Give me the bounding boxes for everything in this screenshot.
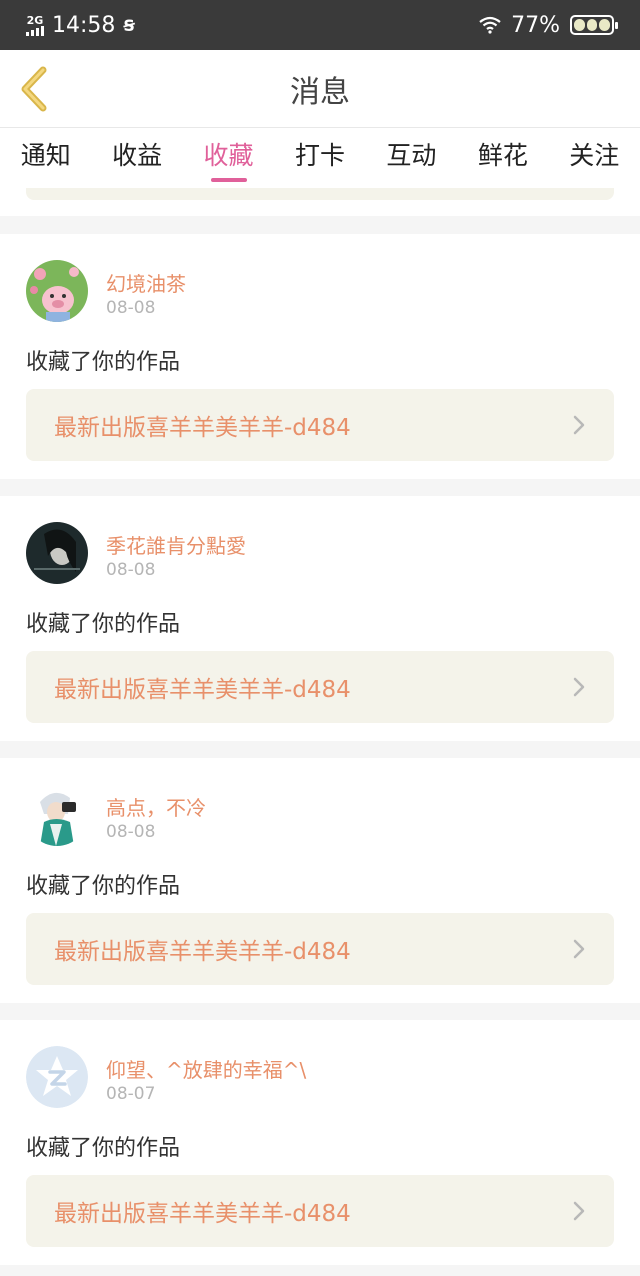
username[interactable]: 仰望、^放肆的幸福^\ (106, 1054, 306, 1083)
timestamp: 08-08 (106, 822, 156, 842)
page-title: 消息 (290, 74, 350, 110)
work-title: 最新出版喜羊羊美羊羊-d484 (54, 1201, 351, 1227)
tab-favorites[interactable]: 收藏 (183, 128, 274, 188)
tab-bar: 通知 收益 收藏 打卡 互动 鲜花 关注 (0, 128, 640, 188)
action-text: 收藏了你的作品 (26, 1136, 181, 1161)
chevron-right-icon (572, 1200, 586, 1222)
tab-earnings[interactable]: 收益 (91, 128, 182, 188)
status-time: 14:58 (52, 12, 116, 38)
timestamp: 08-07 (106, 1084, 156, 1104)
ts-icon: Ꞩ (123, 15, 135, 35)
network-type: 2G (26, 13, 44, 27)
back-button[interactable] (14, 64, 54, 114)
chevron-right-icon (572, 414, 586, 436)
username[interactable]: 幻境油茶 (106, 268, 186, 297)
tab-follow[interactable]: 关注 (549, 128, 640, 188)
list-item: 季花誰肯分點愛 08-08 收藏了你的作品 最新出版喜羊羊美羊羊-d484 (0, 496, 640, 741)
chevron-left-icon (21, 66, 47, 112)
username[interactable]: 高点，不冷 (106, 792, 206, 821)
signal-icon: 2G (26, 15, 44, 36)
qq-default-avatar[interactable] (26, 1046, 88, 1108)
tab-flowers[interactable]: 鲜花 (457, 128, 548, 188)
favorites-list: 幻境油茶 08-08 收藏了你的作品 最新出版喜羊羊美羊羊-d484 季花誰肯分… (0, 234, 640, 1276)
work-link[interactable]: 最新出版喜羊羊美羊羊-d484 (26, 913, 614, 985)
nav-bar: 消息 (0, 50, 640, 128)
username[interactable]: 季花誰肯分點愛 (106, 530, 246, 559)
work-link[interactable]: 最新出版喜羊羊美羊羊-d484 (26, 389, 614, 461)
battery-percent: 77% (511, 12, 560, 38)
timestamp: 08-08 (106, 298, 156, 318)
list-item: 幻境油茶 08-08 收藏了你的作品 最新出版喜羊羊美羊羊-d484 (0, 234, 640, 479)
chevron-right-icon (572, 938, 586, 960)
anime-avatar[interactable] (26, 784, 88, 846)
tab-interaction[interactable]: 互动 (366, 128, 457, 188)
work-link[interactable]: 最新出版喜羊羊美羊羊-d484 (26, 1175, 614, 1247)
battery-icon (570, 15, 618, 35)
list-item: 高点，不冷 08-08 收藏了你的作品 最新出版喜羊羊美羊羊-d484 (0, 758, 640, 1003)
work-link[interactable]: 最新出版喜羊羊美羊羊-d484 (26, 651, 614, 723)
work-link-partial[interactable] (26, 188, 614, 200)
chevron-right-icon (572, 676, 586, 698)
tab-checkin[interactable]: 打卡 (274, 128, 365, 188)
status-bar: 2G 14:58 Ꞩ 77% (0, 0, 640, 50)
list-item-partial (0, 188, 640, 216)
action-text: 收藏了你的作品 (26, 612, 181, 637)
work-title: 最新出版喜羊羊美羊羊-d484 (54, 415, 351, 441)
action-text: 收藏了你的作品 (26, 874, 181, 899)
list-item: 仰望、^放肆的幸福^\ 08-07 收藏了你的作品 最新出版喜羊羊美羊羊-d48… (0, 1020, 640, 1265)
pig-avatar[interactable] (26, 260, 88, 322)
work-title: 最新出版喜羊羊美羊羊-d484 (54, 939, 351, 965)
work-title: 最新出版喜羊羊美羊羊-d484 (54, 677, 351, 703)
timestamp: 08-08 (106, 560, 156, 580)
girl-avatar[interactable] (26, 522, 88, 584)
wifi-icon (479, 16, 501, 34)
tab-notify[interactable]: 通知 (0, 128, 91, 188)
action-text: 收藏了你的作品 (26, 350, 181, 375)
